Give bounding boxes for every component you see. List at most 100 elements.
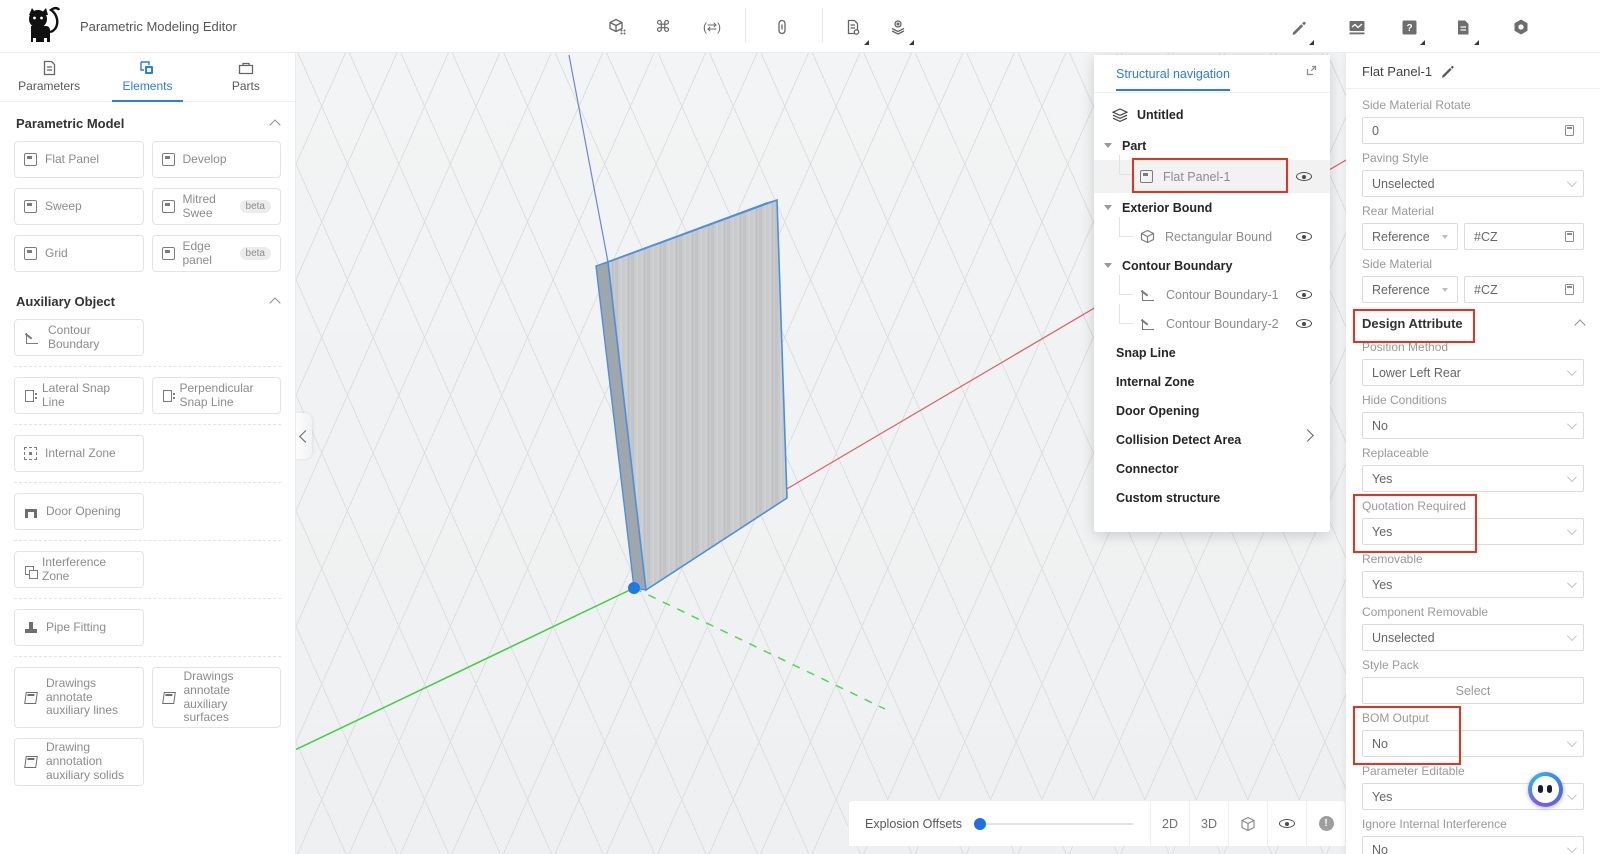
dropdown-caret (864, 40, 869, 45)
panel-icon (24, 153, 37, 166)
tree-heading-snap-line[interactable]: Snap Line (1094, 338, 1330, 367)
explosion-offsets-slider[interactable] (974, 817, 1134, 830)
section-auxiliary-object[interactable]: Auxiliary Object (16, 294, 281, 309)
aux-door-opening[interactable]: Door Opening (14, 493, 144, 530)
tree-item-rectangular-bound[interactable]: Rectangular Bound (1094, 217, 1330, 251)
cat-logo (29, 6, 61, 42)
aux-interference-zone[interactable]: Interference Zone (14, 551, 144, 588)
document-icon[interactable] (1450, 14, 1479, 45)
element-mitred-sweep[interactable]: Mitred Swee beta (151, 188, 281, 225)
aux-pipe-fitting[interactable]: Pipe Fitting (14, 609, 144, 646)
tree-heading-collision-detect-area[interactable]: Collision Detect Area (1094, 425, 1330, 454)
tab-elements[interactable]: Elements (98, 52, 196, 102)
calculator-icon[interactable] (1565, 284, 1574, 295)
knot-icon[interactable]: ⌘ (650, 14, 676, 40)
tab-parameters[interactable]: Parameters (0, 52, 98, 101)
layers-pin-icon[interactable] (885, 14, 914, 45)
slider-knob[interactable] (974, 817, 987, 830)
model-box-icon[interactable] (604, 14, 630, 40)
paving-style-select[interactable]: Unselected (1362, 170, 1584, 197)
component-removable-select[interactable]: Unselected (1362, 624, 1584, 651)
tab-parts[interactable]: Parts (197, 52, 295, 101)
field-bom-output: BOM Output No (1353, 704, 1584, 765)
contour-boundary-icon (26, 333, 38, 344)
replaceable-select[interactable]: Yes (1362, 465, 1584, 492)
tree-item-contour-boundary-2[interactable]: Contour Boundary-2 (1094, 304, 1330, 338)
divider (1346, 88, 1600, 89)
element-sweep[interactable]: Sweep (14, 188, 144, 225)
inspector-expand-handle[interactable] (1300, 420, 1318, 450)
sidebar-collapse-handle[interactable] (295, 413, 312, 459)
visibility-eye-icon[interactable] (1296, 229, 1312, 245)
tree-root-untitled[interactable]: Untitled (1094, 99, 1330, 131)
tree-heading-internal-zone[interactable]: Internal Zone (1094, 367, 1330, 396)
aux-drawings-annotate-lines[interactable]: Drawings annotate auxiliary lines (14, 667, 144, 729)
rear-material-value-input[interactable]: #CZ (1464, 223, 1584, 250)
style-pack-select-button[interactable]: Select (1362, 677, 1584, 704)
visibility-button[interactable] (1267, 801, 1306, 846)
link-icon[interactable] (769, 14, 795, 40)
rear-material-select[interactable]: Reference (1362, 223, 1458, 250)
cube-view-button[interactable] (1228, 801, 1267, 846)
side-material-value-input[interactable]: #CZ (1464, 276, 1584, 303)
tree-heading-door-opening[interactable]: Door Opening (1094, 396, 1330, 425)
side-material-rotate-input[interactable]: 0 (1362, 117, 1584, 144)
visibility-eye-icon[interactable] (1296, 169, 1312, 185)
field-paving-style: Paving Style Unselected (1362, 144, 1584, 197)
hide-conditions-select[interactable]: No (1362, 412, 1584, 439)
calculator-icon[interactable] (1565, 231, 1574, 242)
quotation-required-select[interactable]: Yes (1362, 518, 1584, 545)
view-3d-button[interactable]: 3D (1189, 801, 1228, 846)
divider (14, 540, 281, 541)
info-button[interactable]: ! (1306, 801, 1345, 846)
aux-lateral-snap-line[interactable]: Lateral Snap Line (14, 377, 144, 414)
aux-perpendicular-snap-line[interactable]: Perpendicular Snap Line (151, 377, 281, 414)
calculator-icon[interactable] (1565, 125, 1574, 136)
help-icon[interactable]: ? (1396, 14, 1425, 45)
internal-zone-icon (24, 447, 37, 460)
design-attribute-section-header[interactable]: Design Attribute (1353, 309, 1586, 343)
removable-select[interactable]: Yes (1362, 571, 1584, 598)
tree-heading-custom-structure[interactable]: Custom structure (1094, 483, 1330, 512)
element-flat-panel[interactable]: Flat Panel (14, 141, 144, 178)
svg-text:?: ? (1406, 23, 1412, 34)
tab-label: Parts (231, 79, 260, 93)
open-in-window-icon[interactable] (1305, 64, 1318, 80)
document-export-icon[interactable] (840, 14, 869, 45)
nav-title[interactable]: Structural navigation (1116, 67, 1230, 91)
rename-pencil-icon[interactable] (1440, 64, 1455, 79)
origin-point[interactable] (628, 582, 640, 594)
ignore-internal-interference-select[interactable]: No (1362, 836, 1584, 854)
aux-contour-boundary[interactable]: Contour Boundary (14, 319, 144, 356)
monitor-chart-icon[interactable] (1344, 14, 1370, 40)
tree-item-flat-panel-1[interactable]: Flat Panel-1 (1094, 155, 1330, 193)
settings-gear-icon[interactable] (1508, 14, 1534, 40)
contour-boundary-icon (1142, 290, 1154, 301)
chevron-left-icon (298, 429, 312, 443)
caret-down-icon (1104, 263, 1112, 268)
field-style-pack: Style Pack Select (1362, 651, 1584, 704)
nav-header: Structural navigation (1094, 55, 1330, 93)
toolbar-divider (745, 8, 746, 42)
assistant-button[interactable] (1528, 772, 1563, 807)
element-develop[interactable]: Develop (151, 141, 281, 178)
section-parametric-model[interactable]: Parametric Model (16, 116, 281, 131)
field-quotation-required: Quotation Required Yes (1353, 492, 1584, 553)
position-method-select[interactable]: Lower Left Rear (1362, 359, 1584, 386)
aux-drawing-annotation-solids[interactable]: Drawing annotation auxiliary solids (14, 738, 144, 786)
bom-output-select[interactable]: No (1362, 730, 1584, 757)
aux-internal-zone[interactable]: Internal Zone (14, 435, 144, 472)
structural-navigation-panel: Structural navigation Untitled Part Flat… (1094, 55, 1330, 532)
flat-panel-mesh[interactable] (595, 198, 788, 592)
visibility-eye-icon[interactable] (1296, 287, 1312, 303)
swap-arrows-icon[interactable]: (⇄) (694, 14, 730, 40)
side-material-select[interactable]: Reference (1362, 276, 1458, 303)
visibility-eye-icon[interactable] (1296, 316, 1312, 332)
aux-drawings-annotate-surfaces[interactable]: Drawings annotate auxiliary surfaces (151, 667, 281, 729)
edit-pencil-icon[interactable] (1285, 14, 1314, 45)
element-grid[interactable]: Grid (14, 235, 144, 272)
element-edge-panel[interactable]: Edge panel beta (151, 235, 281, 272)
tree-heading-connector[interactable]: Connector (1094, 454, 1330, 483)
panel-icon (24, 247, 37, 260)
view-2d-button[interactable]: 2D (1150, 801, 1189, 846)
